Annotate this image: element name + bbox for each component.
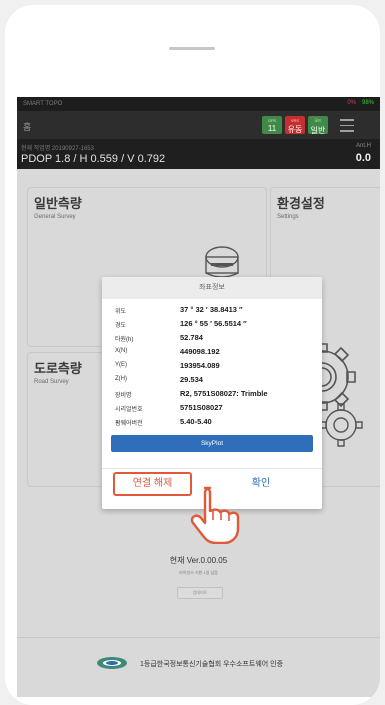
settings-title: 환경설정: [277, 196, 325, 211]
footer-divider: [17, 637, 380, 638]
mode-status[interactable]: 모드 일반: [308, 116, 328, 135]
pointing-hand-icon: [190, 486, 240, 544]
status-bar: SMART TOPO 0% 98%: [17, 97, 380, 111]
coord-value: 52.784: [180, 333, 203, 342]
antenna-height-label: Ant.H: [355, 143, 371, 149]
version-text: 현재 Ver.0.00.05: [169, 556, 228, 565]
pdop-readout: PDOP 1.8 / H 0.559 / V 0.792: [21, 153, 166, 165]
general-survey-title: 일반측량: [34, 196, 82, 211]
gps-status-value: 11: [267, 124, 277, 133]
menu-icon[interactable]: [340, 119, 354, 136]
coord-value: 29.534: [180, 375, 203, 384]
coord-value: 5751S08027: [180, 403, 223, 412]
coord-label: X(N): [115, 348, 128, 354]
coord-label: 장비명: [115, 393, 132, 399]
footer: 1등급한국정보통신기술협회 우수소프트웨어 인증: [17, 637, 380, 697]
coord-value: 193954.089: [180, 361, 220, 370]
gps-status-label: GPS: [267, 118, 277, 123]
antenna-height-value[interactable]: 0.0: [356, 152, 371, 164]
skyplot-button[interactable]: SkyPlot: [111, 435, 313, 452]
coord-value: 126 ° 55 ′ 56.5514 ″: [180, 319, 247, 328]
dialog-title: 좌표정보: [102, 277, 322, 299]
error-percent: 0%: [347, 100, 356, 106]
vrs-status[interactable]: VRS 유동: [285, 116, 305, 134]
coord-label: Z(H): [115, 376, 127, 382]
speaker-slot: [169, 47, 215, 50]
coord-label: 타원(h): [115, 337, 134, 343]
certification-text: 1등급한국정보통신기술협회 우수소프트웨어 인증: [140, 661, 284, 668]
vrs-status-label: VRS: [290, 118, 300, 123]
coord-label: 위도: [115, 309, 127, 315]
coord-value: 449098.192: [180, 347, 220, 356]
general-survey-subtitle: General Survey: [34, 214, 76, 220]
battery-level: 98%: [361, 100, 374, 106]
dialog-divider: [102, 468, 322, 469]
road-survey-subtitle: Road Survey: [34, 379, 69, 385]
coord-label: 펌웨어버전: [115, 421, 143, 427]
license-text: 라이선스 기한 1일 남음: [179, 570, 218, 575]
home-label[interactable]: 홈: [23, 120, 31, 133]
app-name: SMART TOPO: [23, 101, 63, 107]
mode-status-label: 모드: [314, 118, 322, 123]
app-screen: SMART TOPO 0% 98% 홈 GPS 11 VRS 유동 모드 일반: [17, 97, 380, 697]
settings-subtitle: Settings: [277, 214, 299, 220]
top-bar: 홈 GPS 11 VRS 유동 모드 일반: [17, 111, 380, 139]
status-right: 0% 98%: [347, 100, 374, 106]
vrs-status-value: 유동: [287, 125, 303, 134]
road-survey-title: 도로측량: [34, 361, 82, 376]
disconnect-button[interactable]: 연결 해제: [113, 472, 192, 496]
info-bar: 현재 작업명 20190927-1653 PDOP 1.8 / H 0.559 …: [17, 139, 380, 169]
update-button[interactable]: 업데이트: [177, 587, 223, 599]
coord-label: Y(E): [115, 362, 127, 368]
coord-value: 5.40-5.40: [180, 417, 212, 426]
coord-value: R2, 5751S08027: Trimble: [180, 389, 268, 398]
certification-logo-icon: [97, 657, 127, 669]
job-name: 현재 작업명 20190927-1653: [21, 146, 94, 152]
mode-status-value: 일반: [310, 126, 326, 135]
coord-value: 37 ° 32 ′ 38.8413 ″: [180, 305, 243, 314]
coordinate-info-dialog: 좌표정보 위도 37 ° 32 ′ 38.8413 ″ 경도 126 ° 55 ′ 5…: [102, 277, 322, 509]
coord-label: 경도: [115, 323, 127, 329]
phone-frame: SMART TOPO 0% 98% 홈 GPS 11 VRS 유동 모드 일반: [5, 5, 380, 705]
coord-label: 시리얼번호: [115, 407, 143, 413]
gps-status[interactable]: GPS 11: [262, 116, 282, 134]
